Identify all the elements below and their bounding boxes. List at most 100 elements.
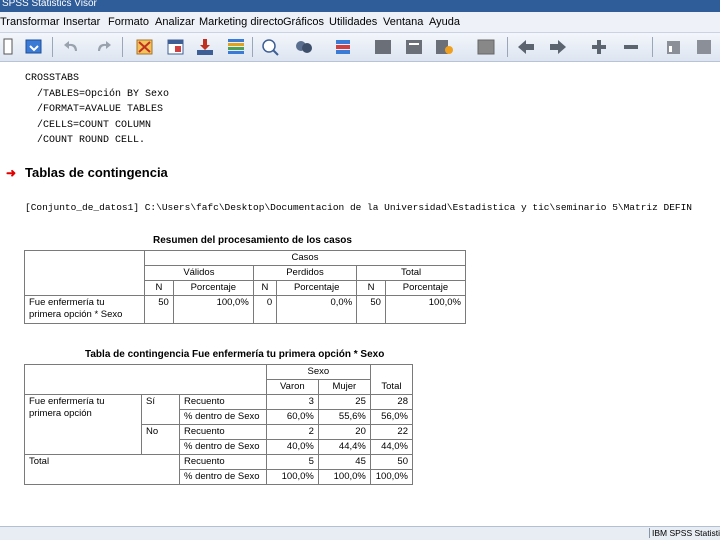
table-cell: 20 — [317, 424, 371, 440]
summary-casos-header: Casos — [144, 250, 466, 266]
stat-label: % dentro de Sexo — [179, 439, 267, 455]
window-title: SPSS Statistics Visor — [2, 0, 97, 9]
summary-cell: 100,0% — [384, 295, 467, 324]
col-header-varon: Varon — [265, 379, 319, 395]
table-cell: 60,0% — [265, 409, 319, 425]
promote-icon[interactable] — [371, 36, 395, 58]
export-icon[interactable] — [22, 36, 46, 58]
menu-marketing-directo[interactable]: Marketing directo — [199, 15, 283, 29]
demote-icon[interactable] — [402, 36, 426, 58]
table-cell: 45 — [317, 454, 371, 470]
stat-label: Recuento — [179, 394, 267, 410]
stat-label: % dentro de Sexo — [179, 469, 267, 485]
stat-label: Recuento — [179, 454, 267, 470]
summary-cell: 0,0% — [276, 295, 358, 324]
toolbar — [0, 33, 720, 62]
dataset-path: [Conjunto_de_datos1] C:\Users\fafc\Deskt… — [25, 202, 693, 213]
row-variable-label: Fue enfermería tu primera opción — [24, 394, 142, 455]
menu-ayuda[interactable]: Ayuda — [429, 15, 460, 29]
title-bar: SPSS Statistics Visor — [0, 0, 720, 12]
summary-group-header: Válidos — [144, 265, 254, 281]
contingency-table-title: Tabla de contingencia Fue enfermería tu … — [85, 349, 385, 360]
status-bar: IBM SPSS Statistics — [0, 526, 720, 540]
table-cell: 44,4% — [317, 439, 371, 455]
syntax-line: /COUNT ROUND CELL. — [25, 135, 146, 146]
table-cell: 3 — [265, 394, 319, 410]
sexo-header: Sexo — [265, 364, 371, 380]
summary-subheader: Porcentaje — [384, 280, 467, 296]
summary-cell: 50 — [356, 295, 386, 324]
stat-label: % dentro de Sexo — [179, 409, 267, 425]
table-cell: 100,0% — [369, 469, 414, 485]
menu-analizar[interactable]: Analizar — [155, 15, 195, 29]
table-cell: 50 — [369, 454, 414, 470]
syntax-line: /CELLS=COUNT COLUMN — [25, 119, 152, 131]
chart-builder-icon[interactable] — [662, 36, 686, 58]
total-row-label: Total — [24, 454, 180, 485]
summary-subheader: N — [144, 280, 174, 296]
undo-icon[interactable] — [60, 36, 84, 58]
variables-icon[interactable] — [224, 36, 248, 58]
new-title-icon[interactable] — [692, 36, 716, 58]
redo-icon[interactable] — [91, 36, 115, 58]
expand-icon[interactable] — [587, 36, 611, 58]
summary-cell: 0 — [252, 295, 278, 324]
menu-bar: Transformar Insertar Formato Analizar Ma… — [0, 12, 720, 33]
summary-row-label-line: Fue enfermería tu — [29, 297, 105, 308]
value-labels-icon[interactable] — [331, 36, 355, 58]
table-cell: 28 — [369, 394, 414, 410]
summary-group-header: Total — [356, 265, 466, 281]
table-cell: 40,0% — [265, 439, 319, 455]
stat-label: Recuento — [179, 424, 267, 440]
show-all-icon[interactable] — [432, 36, 456, 58]
row-variable-line: primera opción — [29, 408, 92, 419]
output-viewer[interactable]: CROSSTABS /TABLES=Opción BY Sexo /FORMAT… — [0, 63, 720, 526]
summary-cell: 100,0% — [172, 295, 254, 324]
col-header-mujer: Mujer — [317, 379, 371, 395]
contingency-table[interactable]: Sexo Total Varon Mujer Fue enfermería tu… — [24, 364, 414, 485]
collapse-icon[interactable] — [619, 36, 643, 58]
dialog-recall-icon[interactable] — [258, 36, 282, 58]
summary-group-header: Perdidos — [252, 265, 358, 281]
table-cell: 5 — [265, 454, 319, 470]
summary-row-label-line: primera opción * Sexo — [29, 309, 123, 320]
contingency-corner — [24, 364, 267, 395]
status-text: IBM SPSS Statistics — [649, 528, 720, 538]
table-cell: 55,6% — [317, 409, 371, 425]
syntax-block: CROSSTABS /TABLES=Opción BY Sexo /FORMAT… — [25, 71, 169, 149]
summary-corner — [24, 250, 145, 296]
syntax-line: /TABLES=Opción BY Sexo — [25, 88, 170, 100]
table-cell: 44,0% — [369, 439, 414, 455]
menu-ventana[interactable]: Ventana — [383, 15, 423, 29]
summary-subheader: N — [356, 280, 386, 296]
summary-subheader: Porcentaje — [276, 280, 358, 296]
print-preview-icon[interactable] — [0, 36, 24, 58]
menu-graficos[interactable]: Gráficos — [283, 15, 324, 29]
menu-transformar[interactable]: Transformar — [0, 15, 60, 29]
table-cell: 25 — [317, 394, 371, 410]
table-cell: 100,0% — [317, 469, 371, 485]
select-cases-icon[interactable] — [292, 36, 316, 58]
table-cell: 22 — [369, 424, 414, 440]
row-group-label: Sí — [141, 394, 180, 425]
table-cell: 100,0% — [265, 469, 319, 485]
summary-table-title: Resumen del procesamiento de los casos — [153, 235, 352, 246]
total-header: Total — [369, 364, 414, 395]
selected-arrow-icon: ➜ — [6, 166, 17, 180]
menu-formato[interactable]: Formato — [108, 15, 149, 29]
summary-subheader: Porcentaje — [172, 280, 254, 296]
menu-utilidades[interactable]: Utilidades — [329, 15, 377, 29]
goto-data-icon[interactable] — [133, 36, 157, 58]
goto-case-icon[interactable] — [164, 36, 188, 58]
forward-icon[interactable] — [546, 36, 570, 58]
row-group-label: No — [141, 424, 180, 455]
syntax-line: /FORMAT=AVALUE TABLES — [25, 104, 164, 115]
summary-table[interactable]: Casos Válidos Perdidos Total N Porcentaj… — [24, 250, 467, 324]
row-variable-line: Fue enfermería tu — [29, 396, 105, 407]
table-cell: 56,0% — [369, 409, 414, 425]
menu-insertar[interactable]: Insertar — [63, 15, 100, 29]
goto-variable-icon[interactable] — [193, 36, 217, 58]
output-heading[interactable]: Tablas de contingencia — [25, 165, 168, 180]
back-icon[interactable] — [514, 36, 538, 58]
hide-icon[interactable] — [474, 36, 498, 58]
